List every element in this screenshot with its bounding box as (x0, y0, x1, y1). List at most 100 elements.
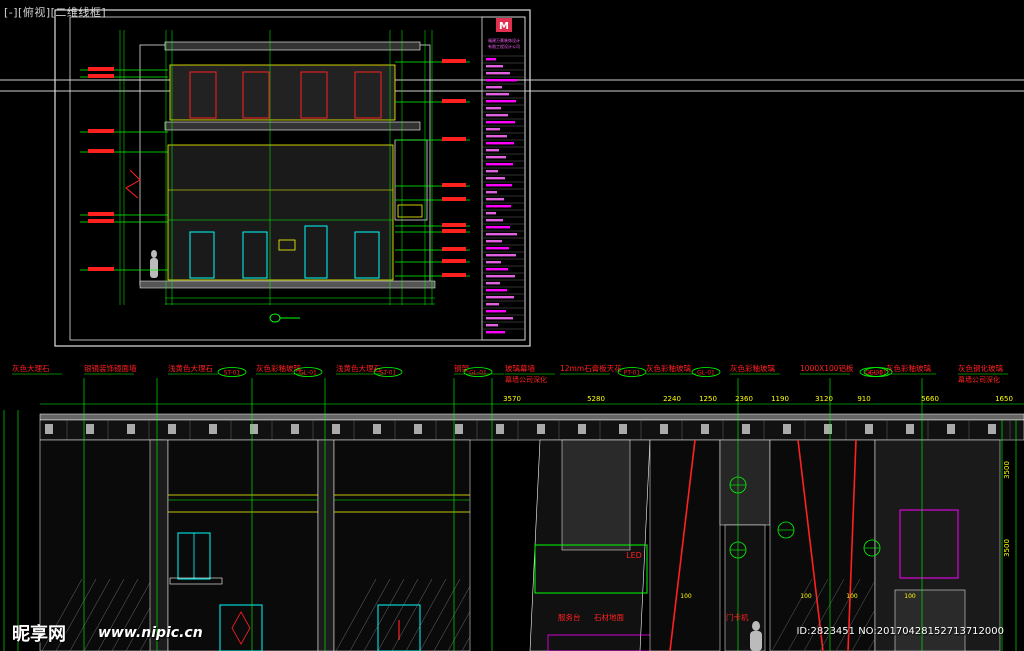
leader-label (442, 197, 466, 201)
title-row-text (486, 93, 509, 96)
watermark-logo: 昵享网 (12, 624, 66, 645)
title-row-text (486, 282, 500, 285)
dimension-label: 2240 (663, 395, 681, 403)
ceiling-bracket (250, 424, 258, 434)
callout-sublabel: 幕墙公司深化 (505, 375, 547, 384)
bottom-label: 门卡机 (726, 612, 749, 622)
cad-drawing: M 福建万景装饰设计 有限工程设计公司 灰色大理石 银镜装饰镜面墙 浅黄色大理石… (0, 9, 1024, 651)
leader-label (442, 247, 466, 251)
title-row-text (486, 149, 499, 152)
ceiling-bracket (127, 424, 135, 434)
side-dimension-label: 3500 (1003, 461, 1011, 479)
title-row-text (486, 205, 511, 208)
title-row-text (486, 247, 509, 250)
callout-label: 灰色彩釉玻璃 (256, 363, 301, 373)
ceiling-bracket (373, 424, 381, 434)
ceiling-bracket (947, 424, 955, 434)
material-tag: GL-01 (865, 370, 883, 377)
dimension-label: 1250 (699, 395, 717, 403)
cad-viewport[interactable]: [-][俯视][二维线框] M 福建万景装饰设计 有限工程设计公司 灰色大理石 … (0, 0, 1024, 651)
leader-label (442, 229, 466, 233)
title-row-text (486, 275, 515, 278)
callout-sublabel: 幕墙公司深化 (958, 375, 1000, 384)
ceiling-bracket (660, 424, 668, 434)
title-row-text (486, 198, 504, 201)
leader-label (88, 267, 114, 271)
title-row-text (486, 128, 500, 131)
ceiling-bracket (332, 424, 340, 434)
title-block-rows (482, 55, 525, 334)
ceiling-bracket (619, 424, 627, 434)
leader-label (442, 59, 466, 63)
ceiling-bracket (701, 424, 709, 434)
title-row-text (486, 261, 501, 264)
leader-label (442, 259, 466, 263)
dimension-label: 2360 (735, 395, 753, 403)
title-row-text (486, 107, 501, 110)
leader-label (88, 67, 114, 71)
leader-label (442, 183, 466, 187)
title-row-text (486, 296, 514, 299)
material-tag: ST-01 (380, 370, 397, 377)
ceiling-bracket (45, 424, 53, 434)
leader-label (88, 212, 114, 216)
ceiling-bracket (414, 424, 422, 434)
callout-label: 银镜装饰镜面墙 (84, 363, 137, 373)
callout-label: 浅黄色大理石 (336, 363, 381, 373)
title-row-text (486, 226, 510, 229)
callout-label: 灰色彩釉玻璃 (646, 363, 691, 373)
material-tag: GL-01 (469, 370, 487, 377)
title-row-text (486, 58, 496, 61)
title-row-text (486, 72, 510, 75)
title-row-text (486, 310, 506, 313)
title-row-text (486, 233, 517, 236)
leader-label (88, 149, 114, 153)
ceiling-bracket (865, 424, 873, 434)
title-row-text (486, 100, 516, 103)
title-row-text (486, 303, 499, 306)
dimension-label: 1190 (771, 395, 789, 403)
title-row-text (486, 324, 498, 327)
ceiling-bracket (291, 424, 299, 434)
title-row-text (486, 254, 516, 257)
company-line1: 福建万景装饰设计 (488, 37, 520, 43)
title-row-text (486, 156, 506, 159)
title-row-text (486, 317, 513, 320)
callout-label: 玻璃幕墙 (505, 363, 535, 373)
callout-labels: 灰色大理石 银镜装饰镜面墙 浅黄色大理石 灰色彩釉玻璃 浅黄色大理石 钢架 玻璃幕墙 12mm… (12, 363, 1008, 384)
leader-label (442, 137, 466, 141)
title-row-text (486, 114, 508, 117)
led-label: LED (626, 551, 642, 560)
material-tag: ST-01 (224, 370, 241, 377)
title-row-text (486, 79, 517, 82)
title-row-text (486, 163, 513, 166)
ceiling-bracket (578, 424, 586, 434)
callout-label: 灰色钢化玻璃 (958, 363, 1003, 373)
ceiling-bracket (906, 424, 914, 434)
title-row-text (486, 268, 508, 271)
title-row-text (486, 121, 515, 124)
leader-label (442, 223, 466, 227)
dimension-label: 910 (857, 395, 870, 403)
title-row-text (486, 135, 507, 138)
leader-label (442, 273, 466, 277)
title-row-text (486, 184, 512, 187)
upper-right-leaders (395, 59, 470, 277)
ceiling-bracket (988, 424, 996, 434)
lower-elevation (3, 378, 1024, 651)
material-tag: GL-01 (299, 370, 317, 377)
leader-label (88, 129, 114, 133)
callout-label: 灰色彩釉玻璃 (886, 363, 931, 373)
title-row-text (486, 219, 503, 222)
company-line2: 有限工程设计公司 (488, 43, 520, 49)
title-row-text (486, 177, 505, 180)
title-row-text (486, 65, 503, 68)
logo-glyph: M (499, 21, 509, 32)
title-row-text (486, 331, 505, 334)
bottom-label: 石材地面 (594, 612, 624, 622)
ceiling-bracket (168, 424, 176, 434)
title-row-text (486, 142, 514, 145)
callout-label: 12mm石膏板天花 (560, 363, 622, 373)
callout-label: 灰色大理石 (12, 363, 50, 373)
dimension-label: 3120 (815, 395, 833, 403)
